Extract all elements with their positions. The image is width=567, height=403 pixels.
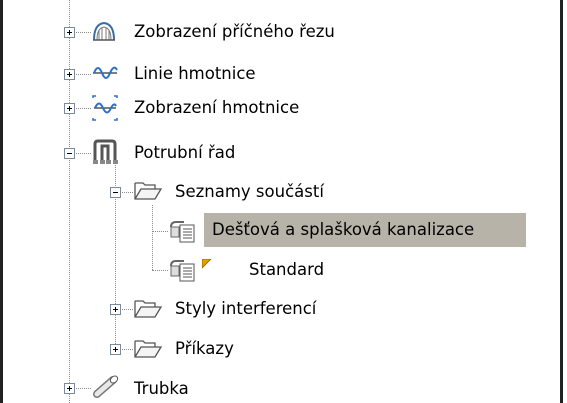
cross-section-view-icon	[91, 18, 117, 42]
tree-item-label[interactable]: Příkazy	[175, 338, 234, 360]
tree-item-label[interactable]: Zobrazení příčného řezu	[134, 21, 335, 43]
tree-line	[152, 205, 153, 270]
collapse-toggle[interactable]	[110, 187, 121, 198]
tree-item-label[interactable]: Seznamy součástí	[175, 181, 324, 203]
expand-toggle[interactable]	[64, 69, 75, 80]
tree-item-label-selected[interactable]: Dešťová a splašková kanalizace	[212, 219, 474, 241]
expand-toggle[interactable]	[64, 27, 75, 38]
folder-open-icon	[133, 337, 163, 361]
pipe-network-icon	[91, 138, 118, 164]
folder-open-icon	[133, 179, 163, 203]
tree-line	[152, 231, 168, 232]
parts-list-icon	[168, 218, 195, 243]
tree-item-label[interactable]: Standard	[249, 259, 324, 281]
mass-haul-line-icon	[91, 60, 118, 84]
tree-line	[69, 0, 70, 403]
expand-toggle[interactable]	[64, 383, 75, 394]
expand-toggle[interactable]	[110, 344, 121, 355]
folder-open-icon	[133, 297, 163, 321]
collapse-toggle[interactable]	[64, 148, 75, 159]
expand-toggle[interactable]	[110, 304, 121, 315]
tree-item-label[interactable]: Trubka	[134, 378, 189, 400]
tree-item-label[interactable]: Styly interferencí	[175, 298, 316, 320]
pipe-icon	[91, 374, 119, 398]
style-in-use-flag-icon	[201, 254, 212, 273]
mass-haul-view-icon	[91, 94, 118, 121]
tree-panel: Zobrazení příčného řezu Linie hmotnice Z…	[0, 0, 563, 403]
parts-list-icon	[168, 257, 195, 282]
expand-toggle[interactable]	[64, 103, 75, 114]
tree-line	[152, 270, 168, 271]
tree-item-label[interactable]: Zobrazení hmotnice	[134, 97, 299, 119]
tree-item-label[interactable]: Linie hmotnice	[134, 63, 256, 85]
tree-item-label[interactable]: Potrubní řad	[134, 142, 235, 164]
